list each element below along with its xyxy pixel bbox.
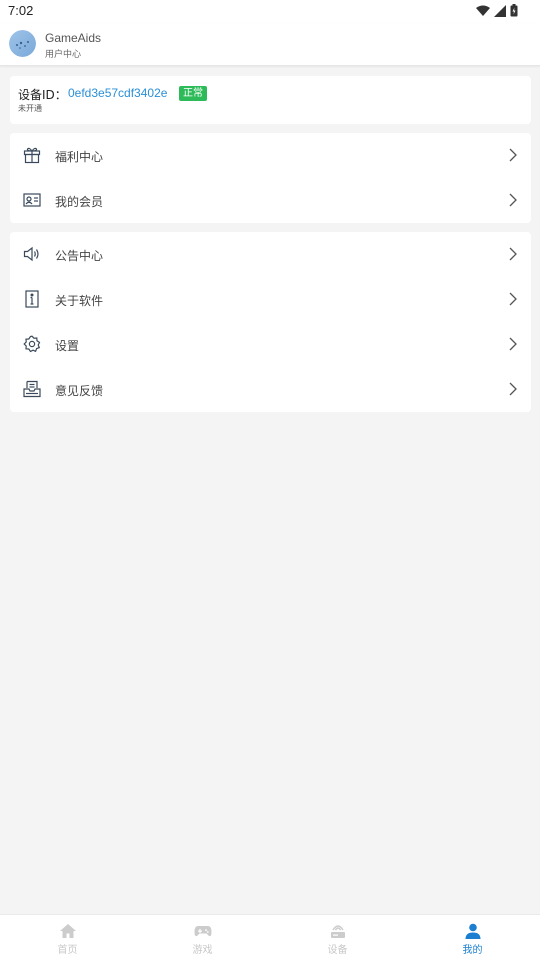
nav-label: 设备 bbox=[327, 945, 348, 956]
menu-group-1: 福利中心 我的会员 bbox=[10, 133, 531, 223]
app-header: GameAids 用户中心 bbox=[0, 24, 540, 66]
nav-label: 首页 bbox=[57, 945, 78, 956]
gamepad-icon bbox=[194, 926, 211, 937]
menu-label: 福利中心 bbox=[55, 150, 104, 164]
nav-item-home[interactable]: 首页 bbox=[0, 915, 135, 960]
header-subtitle: 用户中心 bbox=[45, 50, 82, 60]
menu-label: 关于软件 bbox=[55, 294, 104, 308]
avatar[interactable] bbox=[9, 30, 36, 57]
gear-icon bbox=[23, 335, 41, 353]
app-name: GameAids bbox=[45, 31, 102, 45]
nav-item-games[interactable]: 游戏 bbox=[135, 915, 270, 960]
status-icons bbox=[476, 4, 518, 17]
device-icon bbox=[330, 925, 345, 938]
menu-item-my-membership[interactable]: 我的会员 bbox=[10, 178, 531, 223]
user-icon bbox=[465, 923, 480, 939]
chevron-right-icon bbox=[509, 247, 517, 261]
chevron-right-icon bbox=[509, 292, 517, 306]
menu-label: 我的会员 bbox=[55, 195, 104, 209]
nav-item-me[interactable]: 我的 bbox=[405, 915, 540, 960]
menu-group-2: 公告中心 关于软件 设置 意见反馈 bbox=[10, 232, 531, 412]
menu-label: 公告中心 bbox=[55, 249, 104, 263]
menu-item-feedback[interactable]: 意见反馈 bbox=[10, 367, 531, 412]
menu-item-announcements[interactable]: 公告中心 bbox=[10, 232, 531, 277]
status-bar: 7:02 bbox=[0, 0, 540, 24]
device-card: 设备ID： 0efd3e57cdf3402e 正常 未开通 bbox=[10, 76, 531, 124]
menu-label: 设置 bbox=[55, 339, 80, 353]
menu-label: 意见反馈 bbox=[55, 384, 104, 398]
device-id-value[interactable]: 0efd3e57cdf3402e bbox=[68, 86, 167, 100]
chevron-right-icon bbox=[509, 193, 517, 207]
chevron-right-icon bbox=[509, 148, 517, 162]
chevron-right-icon bbox=[509, 382, 517, 396]
device-id-label: 设备ID： bbox=[18, 88, 67, 102]
info-icon bbox=[25, 290, 39, 308]
status-badge: 正常 bbox=[179, 86, 207, 101]
subscription-status: 未开通 bbox=[18, 104, 42, 113]
nav-label: 游戏 bbox=[192, 945, 213, 956]
menu-item-welfare-center[interactable]: 福利中心 bbox=[10, 133, 531, 178]
bottom-nav: 首页 游戏 设备 我的 bbox=[0, 914, 540, 960]
gift-icon bbox=[23, 147, 41, 164]
menu-item-settings[interactable]: 设置 bbox=[10, 322, 531, 367]
speaker-icon bbox=[23, 246, 39, 262]
feedback-inbox-icon bbox=[23, 380, 41, 398]
member-card-icon bbox=[23, 193, 41, 207]
signal-icon bbox=[494, 4, 506, 17]
wifi-icon bbox=[476, 5, 490, 16]
menu-item-about-software[interactable]: 关于软件 bbox=[10, 277, 531, 322]
chevron-right-icon bbox=[509, 337, 517, 351]
nav-item-device[interactable]: 设备 bbox=[270, 915, 405, 960]
battery-icon bbox=[510, 4, 518, 17]
status-time: 7:02 bbox=[8, 3, 34, 18]
nav-label: 我的 bbox=[462, 945, 483, 956]
home-icon bbox=[59, 924, 76, 938]
